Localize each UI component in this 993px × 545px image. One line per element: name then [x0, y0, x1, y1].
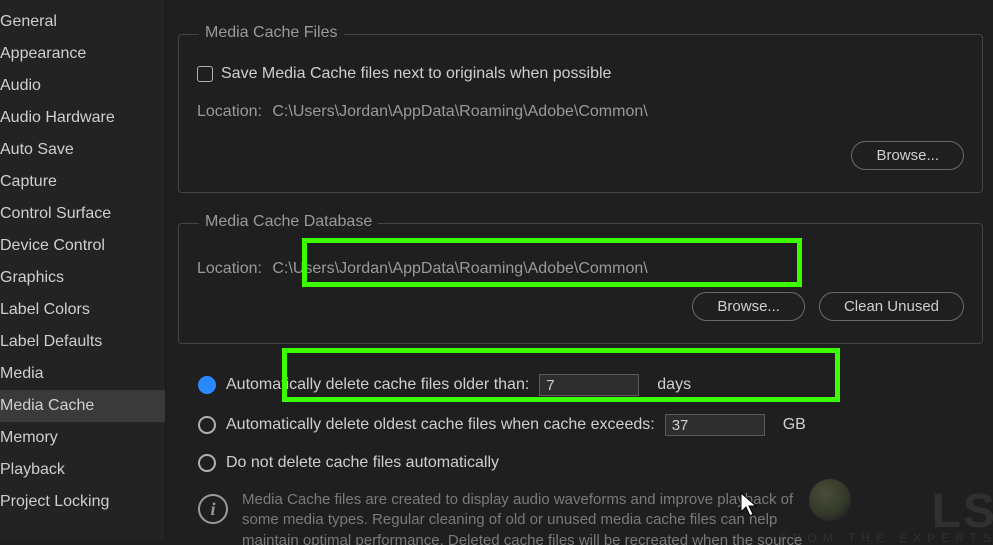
radio-delete-when-exceeds[interactable]	[198, 416, 216, 434]
sidebar-item-media[interactable]: Media	[0, 358, 165, 390]
radio-delete-older-than[interactable]	[198, 376, 216, 394]
sidebar-item-label-colors[interactable]: Label Colors	[0, 294, 165, 326]
sidebar-item-auto-save[interactable]: Auto Save	[0, 134, 165, 166]
media-cache-files-location: Location: C:\Users\Jordan\AppData\Roamin…	[197, 103, 964, 121]
sidebar-item-project-locking[interactable]: Project Locking	[0, 486, 165, 518]
sidebar-item-appearance[interactable]: Appearance	[0, 38, 165, 70]
location-label: Location:	[197, 260, 262, 277]
save-next-to-originals-checkbox[interactable]	[197, 66, 213, 82]
sidebar-item-label-defaults[interactable]: Label Defaults	[0, 326, 165, 358]
sidebar-item-audio[interactable]: Audio	[0, 70, 165, 102]
info-text: Media Cache files are created to display…	[242, 490, 832, 545]
sidebar-item-playback[interactable]: Playback	[0, 454, 165, 486]
media-cache-database-path: C:\Users\Jordan\AppData\Roaming\Adobe\Co…	[272, 260, 647, 277]
sidebar-item-media-cache[interactable]: Media Cache	[0, 390, 165, 422]
auto-delete-options: Automatically delete cache files older t…	[198, 374, 993, 472]
sidebar-item-device-control[interactable]: Device Control	[0, 230, 165, 262]
sidebar-item-graphics[interactable]: Graphics	[0, 262, 165, 294]
gb-input[interactable]	[665, 414, 765, 436]
preferences-window: General Appearance Audio Audio Hardware …	[0, 0, 993, 539]
save-next-to-originals-label: Save Media Cache files next to originals…	[221, 65, 611, 83]
info-row: i Media Cache files are created to displ…	[198, 490, 993, 545]
media-cache-database-browse-button[interactable]: Browse...	[692, 292, 805, 321]
media-cache-files-legend: Media Cache Files	[199, 24, 344, 42]
sidebar: General Appearance Audio Audio Hardware …	[0, 0, 166, 539]
media-cache-database-legend: Media Cache Database	[199, 213, 378, 231]
days-input[interactable]	[539, 374, 639, 396]
option-delete-older-than-label: Automatically delete cache files older t…	[226, 376, 529, 394]
option-do-not-delete[interactable]: Do not delete cache files automatically	[198, 454, 993, 472]
days-unit: days	[657, 376, 691, 394]
sidebar-item-general[interactable]: General	[0, 6, 165, 38]
option-delete-older-than[interactable]: Automatically delete cache files older t…	[198, 374, 993, 396]
option-do-not-delete-label: Do not delete cache files automatically	[226, 454, 499, 472]
sidebar-item-memory[interactable]: Memory	[0, 422, 165, 454]
sidebar-item-capture[interactable]: Capture	[0, 166, 165, 198]
sidebar-item-control-surface[interactable]: Control Surface	[0, 198, 165, 230]
clean-unused-button[interactable]: Clean Unused	[819, 292, 964, 321]
media-cache-files-browse-button[interactable]: Browse...	[851, 141, 964, 170]
option-delete-when-exceeds[interactable]: Automatically delete oldest cache files …	[198, 414, 993, 436]
info-icon: i	[198, 494, 228, 524]
radio-do-not-delete[interactable]	[198, 454, 216, 472]
media-cache-files-group: Media Cache Files Save Media Cache files…	[178, 34, 983, 193]
gb-unit: GB	[783, 416, 806, 434]
option-delete-when-exceeds-label: Automatically delete oldest cache files …	[226, 416, 655, 434]
media-cache-database-location: Location: C:\Users\Jordan\AppData\Roamin…	[197, 260, 964, 278]
main-panel: Media Cache Files Save Media Cache files…	[166, 0, 993, 539]
media-cache-database-group: Media Cache Database Location: C:\Users\…	[178, 223, 983, 344]
sidebar-item-audio-hardware[interactable]: Audio Hardware	[0, 102, 165, 134]
location-label: Location:	[197, 103, 262, 120]
media-cache-files-path: C:\Users\Jordan\AppData\Roaming\Adobe\Co…	[272, 103, 647, 120]
